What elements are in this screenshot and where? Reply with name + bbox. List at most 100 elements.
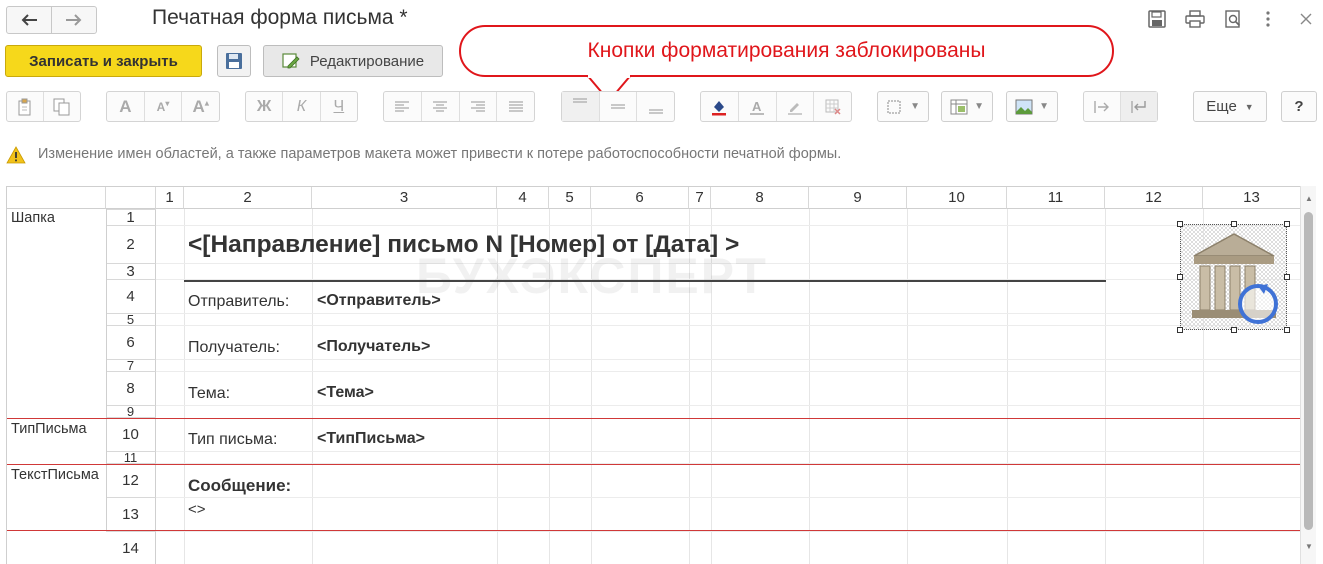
close-icon[interactable] — [1296, 9, 1316, 29]
align-right-icon[interactable] — [460, 92, 498, 121]
indent-icon[interactable] — [1084, 92, 1121, 121]
document-title-template[interactable]: <[Направление] письмо N [Номер] от [Дата… — [188, 231, 739, 259]
back-button[interactable] — [6, 6, 52, 34]
subject-value[interactable]: <Тема> — [317, 384, 374, 402]
area-label-type[interactable]: ТипПисьма — [11, 421, 87, 437]
scroll-down-icon[interactable]: ▼ — [1305, 542, 1313, 551]
row-header[interactable]: 2 — [106, 225, 156, 263]
area-divider — [7, 464, 1300, 465]
bold-icon[interactable]: Ж — [246, 92, 284, 121]
picture-icon — [1015, 99, 1033, 114]
row-header[interactable]: 3 — [106, 263, 156, 280]
column-header[interactable]: 2 — [184, 187, 312, 209]
logo-picture[interactable] — [1177, 221, 1290, 333]
underline-icon[interactable]: Ч — [321, 92, 357, 121]
row-header[interactable]: 12 — [106, 463, 156, 497]
edit-mode-label: Редактирование — [309, 52, 425, 70]
scroll-up-icon[interactable]: ▲ — [1305, 194, 1313, 203]
column-header[interactable]: 1 — [156, 187, 184, 209]
paste-icon[interactable] — [7, 92, 44, 121]
column-header[interactable]: 9 — [809, 187, 907, 209]
align-left-icon[interactable] — [384, 92, 422, 121]
cell-format-dropdown[interactable]: ▼ — [941, 91, 993, 122]
row-header[interactable]: 9 — [106, 404, 156, 419]
write-button[interactable] — [217, 45, 251, 77]
more-menu-button[interactable]: Еще ▼ — [1193, 91, 1267, 122]
row-header[interactable]: 5 — [106, 312, 156, 327]
recipient-label[interactable]: Получатель: — [188, 339, 280, 357]
italic-icon[interactable]: К — [283, 92, 321, 121]
clear-format-icon[interactable] — [814, 92, 851, 121]
font-increase-icon[interactable]: A▴ — [182, 92, 219, 121]
row-header[interactable]: 11 — [106, 450, 156, 465]
more-vertical-icon[interactable] — [1258, 9, 1278, 29]
area-label-header[interactable]: Шапка — [11, 210, 55, 226]
area-divider — [7, 530, 1300, 531]
column-header[interactable]: 6 — [591, 187, 689, 209]
message-label[interactable]: Сообщение: — [188, 476, 291, 496]
align-justify-icon[interactable] — [497, 92, 534, 121]
borders-dropdown[interactable]: ▼ — [877, 91, 929, 122]
window-title: Печатная форма письма * — [152, 6, 408, 29]
save-icon[interactable] — [1147, 9, 1167, 29]
valign-top-icon[interactable] — [562, 92, 600, 121]
chevron-down-icon: ▼ — [974, 101, 984, 112]
scroll-thumb[interactable] — [1304, 212, 1313, 530]
column-header[interactable]: 13 — [1203, 187, 1300, 209]
row-header[interactable]: 1 — [106, 209, 156, 226]
indent-group — [1083, 91, 1158, 122]
row-header[interactable]: 4 — [106, 279, 156, 313]
row-header[interactable]: 10 — [106, 417, 156, 451]
valign-middle-icon[interactable] — [600, 92, 638, 121]
callout-note: Кнопки форматирования заблокированы — [459, 25, 1114, 77]
column-header[interactable]: 5 — [549, 187, 591, 209]
borders-icon — [887, 100, 901, 113]
column-header[interactable]: 12 — [1105, 187, 1203, 209]
row-header[interactable]: 8 — [106, 371, 156, 405]
vertical-scrollbar[interactable]: ▲ ▼ — [1300, 186, 1316, 564]
column-header[interactable]: 10 — [907, 187, 1007, 209]
message-value[interactable]: <> — [188, 501, 206, 518]
highlight-icon[interactable] — [777, 92, 815, 121]
edit-mode-button[interactable]: Редактирование — [263, 45, 443, 77]
forward-button[interactable] — [51, 6, 97, 34]
row-header[interactable]: 7 — [106, 358, 156, 373]
warning-message: Изменение имен областей, а также парамет… — [38, 146, 842, 162]
font-size-group: A A▾ A▴ — [106, 91, 220, 122]
fill-color-icon[interactable] — [701, 92, 739, 121]
color-group: A — [700, 91, 852, 122]
row-header[interactable]: 6 — [106, 325, 156, 359]
font-decrease-icon[interactable]: A▾ — [145, 92, 183, 121]
recipient-value[interactable]: <Получатель> — [317, 338, 430, 356]
valign-bottom-icon[interactable] — [637, 92, 674, 121]
font-style-group: Ж К Ч — [245, 91, 358, 122]
column-header[interactable]: 11 — [1007, 187, 1105, 209]
letter-type-value[interactable]: <ТипПисьма> — [317, 430, 425, 448]
text-color-icon[interactable]: A — [739, 92, 777, 121]
floppy-icon — [226, 53, 242, 69]
column-header[interactable]: 4 — [497, 187, 549, 209]
align-center-icon[interactable] — [422, 92, 460, 121]
row-header[interactable]: 13 — [106, 497, 156, 531]
bank-building-icon — [1192, 233, 1278, 324]
print-icon[interactable] — [1185, 9, 1205, 29]
copy-format-icon[interactable] — [44, 92, 80, 121]
spreadsheet[interactable]: 1 2 3 4 5 6 7 8 9 10 11 12 13 1 2 3 4 5 … — [6, 186, 1300, 564]
column-header[interactable]: 3 — [312, 187, 497, 209]
print-preview-icon[interactable] — [1223, 9, 1243, 29]
help-button[interactable]: ? — [1281, 91, 1317, 122]
save-and-close-button[interactable]: Записать и закрыть — [5, 45, 202, 77]
sender-value[interactable]: <Отправитель> — [317, 292, 441, 310]
letter-type-label[interactable]: Тип письма: — [188, 431, 277, 449]
subject-label[interactable]: Тема: — [188, 385, 230, 403]
column-header[interactable]: 8 — [711, 187, 809, 209]
sender-label[interactable]: Отправитель: — [188, 293, 289, 311]
row-header[interactable]: 14 — [106, 531, 156, 564]
font-icon[interactable]: A — [107, 92, 145, 121]
area-label-text[interactable]: ТекстПисьма — [11, 467, 106, 483]
column-header[interactable]: 7 — [689, 187, 711, 209]
corner-cell — [7, 187, 106, 209]
picture-dropdown[interactable]: ▼ — [1006, 91, 1058, 122]
arrow-right-icon — [66, 14, 82, 26]
wrap-text-icon[interactable] — [1121, 92, 1157, 121]
